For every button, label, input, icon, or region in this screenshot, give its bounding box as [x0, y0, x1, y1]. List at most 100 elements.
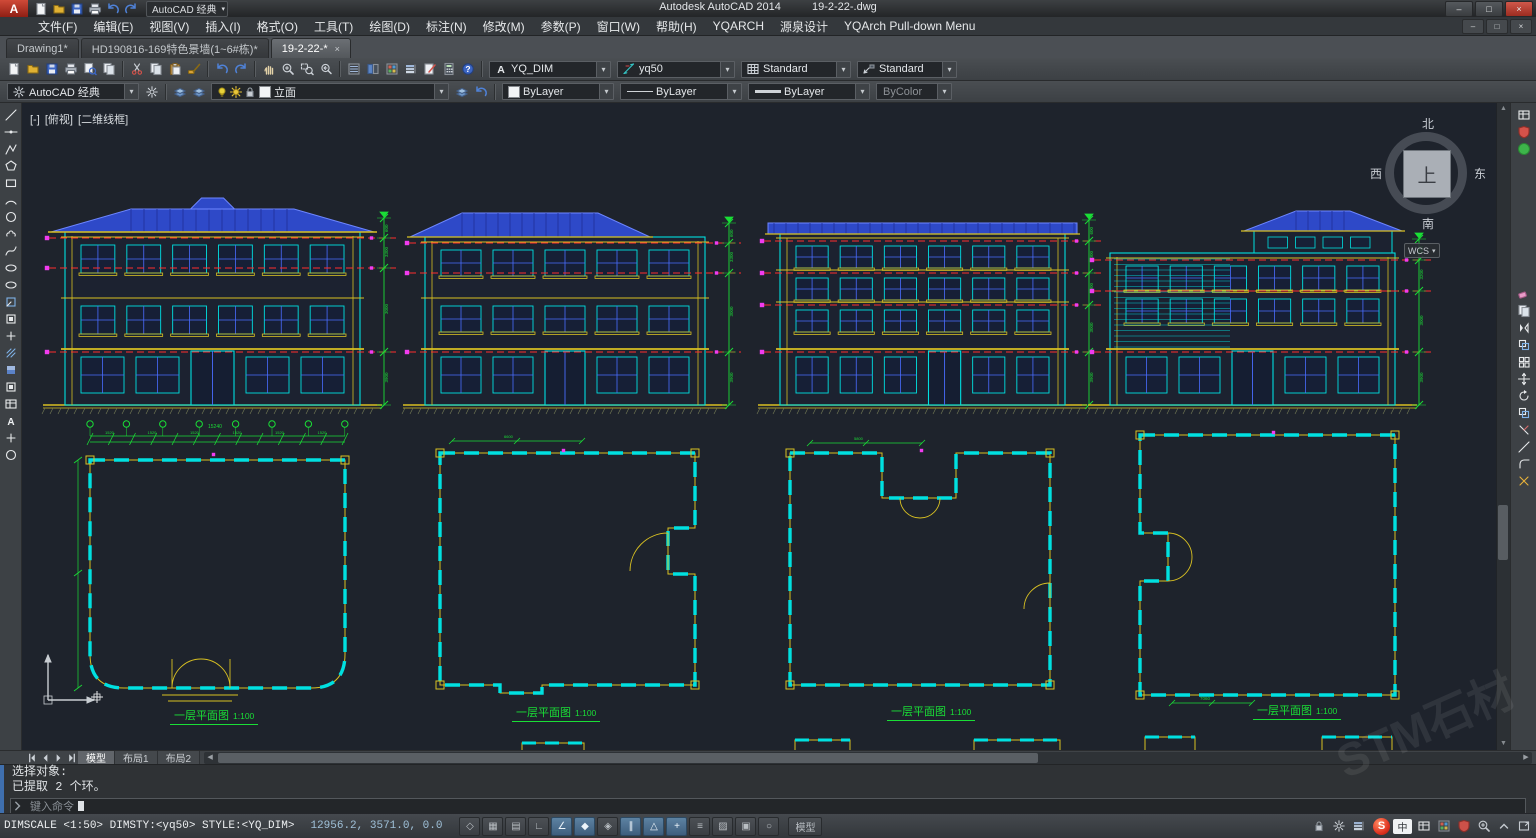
menu-tools[interactable]: 工具(T) — [306, 18, 361, 35]
infer-constraints-toggle[interactable]: ◇ — [459, 817, 480, 836]
osnap-toggle[interactable]: ◆ — [574, 817, 595, 836]
file-tab-drawing1[interactable]: Drawing1* — [6, 38, 79, 58]
zoom-realtime-button[interactable] — [278, 60, 297, 79]
chevron-down-icon[interactable] — [855, 84, 869, 99]
palette-tray-icon[interactable] — [1435, 818, 1452, 835]
menu-file[interactable]: 文件(F) — [30, 18, 85, 35]
chevron-up-icon[interactable] — [1495, 818, 1512, 835]
plot-preview-button[interactable] — [80, 60, 99, 79]
rotate-button[interactable] — [1515, 388, 1533, 404]
menu-insert[interactable]: 插入(I) — [197, 18, 248, 35]
sogou-ime-icon[interactable]: S — [1373, 818, 1390, 835]
copy-button[interactable] — [1515, 303, 1533, 319]
dynamic-ucs-toggle[interactable]: △ — [643, 817, 664, 836]
offset-button[interactable] — [1515, 337, 1533, 353]
design-center-button[interactable] — [363, 60, 382, 79]
360-overlay-icon[interactable] — [1515, 141, 1533, 157]
coordinates-display[interactable]: 12956.2, 3571.0, 0.0 — [310, 820, 442, 832]
divide-button[interactable] — [2, 430, 20, 446]
tab-close-icon[interactable]: × — [335, 44, 340, 54]
rectangle-button[interactable] — [2, 175, 20, 191]
doc-close-button[interactable]: × — [1510, 19, 1532, 34]
workspace-switcher[interactable]: AutoCAD 经典 — [146, 1, 228, 17]
keyboard-tray-icon[interactable] — [1415, 818, 1432, 835]
search-tray-icon[interactable] — [1475, 818, 1492, 835]
command-line-window[interactable]: 选择对象: 已提取 2 个环。 键入命令 — [0, 764, 1536, 813]
menu-yqarch[interactable]: YQARCH — [705, 19, 772, 33]
layer-previous-button[interactable] — [471, 82, 490, 101]
grid-toggle[interactable]: ▤ — [505, 817, 526, 836]
extend-button[interactable] — [1515, 439, 1533, 455]
cut-button[interactable] — [127, 60, 146, 79]
redo-button[interactable] — [122, 1, 140, 16]
ellipse-button[interactable] — [2, 260, 20, 276]
polygon-button[interactable] — [2, 158, 20, 174]
maximize-button[interactable]: □ — [1475, 1, 1503, 17]
command-window-grip[interactable] — [0, 765, 4, 814]
revision-cloud-button[interactable] — [2, 226, 20, 242]
menu-draw[interactable]: 绘图(D) — [361, 18, 418, 35]
view-control-button[interactable]: [俯视] — [45, 114, 73, 126]
layer-combo[interactable]: 立面 — [211, 83, 449, 100]
sheets-tray-icon[interactable] — [1350, 818, 1367, 835]
scrollbar-thumb[interactable] — [218, 753, 1038, 763]
workspace-settings-button[interactable] — [142, 82, 161, 101]
menu-dimension[interactable]: 标注(N) — [418, 18, 475, 35]
table-button[interactable] — [2, 396, 20, 412]
properties-button[interactable] — [344, 60, 363, 79]
make-block-button[interactable] — [2, 311, 20, 327]
otrack-toggle[interactable]: ∥ — [620, 817, 641, 836]
viewport-menu-button[interactable]: [-] — [30, 114, 40, 126]
shield-tray-icon[interactable] — [1455, 818, 1472, 835]
lineweight-combo[interactable]: ByLayer — [748, 83, 870, 100]
circle-button[interactable] — [2, 209, 20, 225]
selection-cycling-toggle[interactable]: ○ — [758, 817, 779, 836]
chevron-down-icon[interactable] — [720, 62, 734, 77]
insert-block-button[interactable] — [2, 294, 20, 310]
snap-toggle[interactable]: ▦ — [482, 817, 503, 836]
line-button[interactable] — [2, 107, 20, 123]
tab-model[interactable]: 模型 — [78, 751, 115, 764]
fillet-button[interactable] — [1515, 456, 1533, 472]
copy-button[interactable] — [146, 60, 165, 79]
viewcube-south-label[interactable]: 南 — [1368, 215, 1488, 232]
quick-properties-toggle[interactable]: ▣ — [735, 817, 756, 836]
vertical-scrollbar[interactable]: ▲ ▼ — [1496, 103, 1510, 750]
viewcube-north-label[interactable]: 北 — [1368, 115, 1488, 132]
menu-parametric[interactable]: 参数(P) — [533, 18, 589, 35]
doc-minimize-button[interactable]: – — [1462, 19, 1484, 34]
mirror-button[interactable] — [1515, 320, 1533, 336]
ime-language-button[interactable]: 中 — [1393, 819, 1412, 834]
scale-button[interactable] — [1515, 405, 1533, 421]
chevron-down-icon[interactable] — [836, 62, 850, 77]
chevron-down-icon[interactable] — [942, 62, 956, 77]
transparency-toggle[interactable]: ▨ — [712, 817, 733, 836]
chevron-down-icon[interactable] — [727, 84, 741, 99]
viewcube-west-label[interactable]: 西 — [1370, 165, 1382, 182]
lock-tray-icon[interactable] — [1310, 818, 1327, 835]
3d-osnap-toggle[interactable]: ◈ — [597, 817, 618, 836]
clean-screen-button[interactable] — [1515, 818, 1532, 835]
gradient-button[interactable] — [2, 362, 20, 378]
plot-button[interactable] — [61, 60, 80, 79]
color-combo[interactable]: ByLayer — [502, 83, 614, 100]
menu-yqarch-pulldown[interactable]: YQArch Pull-down Menu — [836, 19, 983, 33]
open-button[interactable] — [23, 60, 42, 79]
scroll-right-icon[interactable]: ▶ — [1521, 753, 1531, 763]
new-button[interactable] — [32, 1, 50, 16]
chevron-down-icon[interactable] — [599, 84, 613, 99]
dynamic-input-toggle[interactable]: + — [666, 817, 687, 836]
region-button[interactable] — [2, 379, 20, 395]
application-menu-button[interactable]: A — [0, 0, 28, 17]
polyline-button[interactable] — [2, 141, 20, 157]
trim-button[interactable] — [1515, 422, 1533, 438]
undo-button[interactable] — [212, 60, 231, 79]
menu-view[interactable]: 视图(V) — [141, 18, 197, 35]
viewcube-east-label[interactable]: 东 — [1474, 165, 1486, 182]
quickcalc-button[interactable] — [439, 60, 458, 79]
linetype-combo[interactable]: ByLayer — [620, 83, 742, 100]
donut-button[interactable] — [2, 447, 20, 463]
layer-properties-button[interactable] — [170, 82, 189, 101]
doc-restore-button[interactable]: □ — [1486, 19, 1508, 34]
open-button[interactable] — [50, 1, 68, 16]
